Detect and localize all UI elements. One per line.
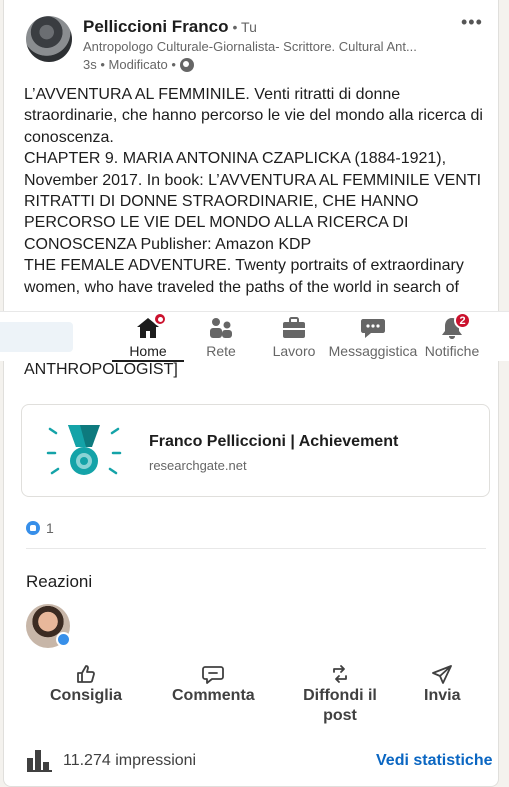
comment-label: Commenta [172, 687, 255, 704]
preview-title[interactable]: Franco Pelliccioni | Achievement [149, 433, 398, 451]
network-icon [208, 316, 234, 340]
achievement-medal-icon [46, 425, 122, 475]
like-button[interactable]: Consiglia [50, 664, 122, 706]
bottom-navigation: Home Rete Lavoro Messaggistica 2 Notific… [0, 311, 509, 362]
more-options-icon[interactable]: ••• [461, 12, 483, 33]
comment-button[interactable]: Commenta [172, 664, 255, 706]
post-card: Pelliccioni Franco • Tu Antropologo Cultu… [3, 0, 499, 787]
post-text: L’AVVENTURA AL FEMMINILE. Venti ritratti… [24, 84, 494, 310]
repost-label: Diffondi il post [303, 687, 377, 724]
notification-dot [153, 312, 167, 326]
like-label: Consiglia [50, 687, 123, 704]
like-reaction-icon [26, 521, 40, 535]
nav-item-jobs[interactable]: Lavoro [264, 312, 324, 362]
preview-domain: researchgate.net [149, 458, 247, 473]
messaging-icon [360, 316, 386, 340]
divider [26, 548, 486, 549]
post-paragraph: THE FEMALE ADVENTURE. Twenty portraits o… [24, 257, 464, 296]
briefcase-icon [281, 316, 307, 340]
post-meta-text: 3s • Modificato • [83, 57, 176, 72]
nav-item-home[interactable]: Home [112, 312, 184, 362]
impressions-count: 11.274 impressioni [63, 752, 197, 769]
post-text-tail: ANTHROPOLOGIST] [24, 361, 178, 378]
comment-icon [202, 666, 225, 684]
like-reaction-icon [56, 632, 71, 647]
nav-item-network[interactable]: Rete [191, 312, 251, 362]
bell-icon: 2 [439, 312, 471, 340]
author-line: Pelliccioni Franco • Tu [83, 17, 257, 37]
author-relation: • Tu [232, 19, 257, 35]
post-paragraph: CHAPTER 9. MARIA ANTONINA CZAPLICKA (188… [24, 150, 482, 253]
nav-item-messaging[interactable]: Messaggistica [328, 312, 418, 362]
notification-badge: 2 [454, 312, 471, 329]
repost-icon [333, 665, 347, 683]
nav-label-messaging: Messaggistica [328, 343, 418, 359]
nav-label-network: Rete [206, 343, 236, 359]
analytics-bar-icon [27, 750, 52, 772]
send-icon [432, 665, 453, 684]
link-preview[interactable]: Franco Pelliccioni | Achievement researc… [21, 404, 490, 497]
repost-button[interactable]: Diffondi il post [300, 664, 380, 726]
reactions-heading: Reazioni [26, 572, 93, 591]
thumbs-up-icon [77, 665, 95, 683]
globe-icon [179, 57, 194, 72]
send-label: Invia [424, 687, 461, 704]
nav-label-notifications: Notifiche [424, 343, 480, 359]
author-name[interactable]: Pelliccioni Franco [83, 17, 229, 36]
post-paragraph: L’AVVENTURA AL FEMMINILE. Venti ritratti… [24, 86, 483, 146]
reaction-summary[interactable]: 1 [26, 520, 54, 536]
send-button[interactable]: Invia [424, 664, 460, 706]
nav-item-notifications[interactable]: 2 Notifiche [422, 312, 482, 362]
reaction-count: 1 [46, 520, 54, 536]
view-stats-link[interactable]: Vedi statistiche [376, 752, 493, 770]
post-meta: 3s • Modificato • [83, 57, 194, 72]
author-avatar[interactable] [26, 16, 72, 62]
home-icon [135, 312, 167, 340]
nav-label-jobs: Lavoro [272, 343, 316, 359]
author-headline: Antropologo Culturale-Giornalista- Scrit… [83, 39, 417, 54]
nav-label-home: Home [129, 343, 167, 359]
search-bar[interactable] [0, 322, 73, 352]
